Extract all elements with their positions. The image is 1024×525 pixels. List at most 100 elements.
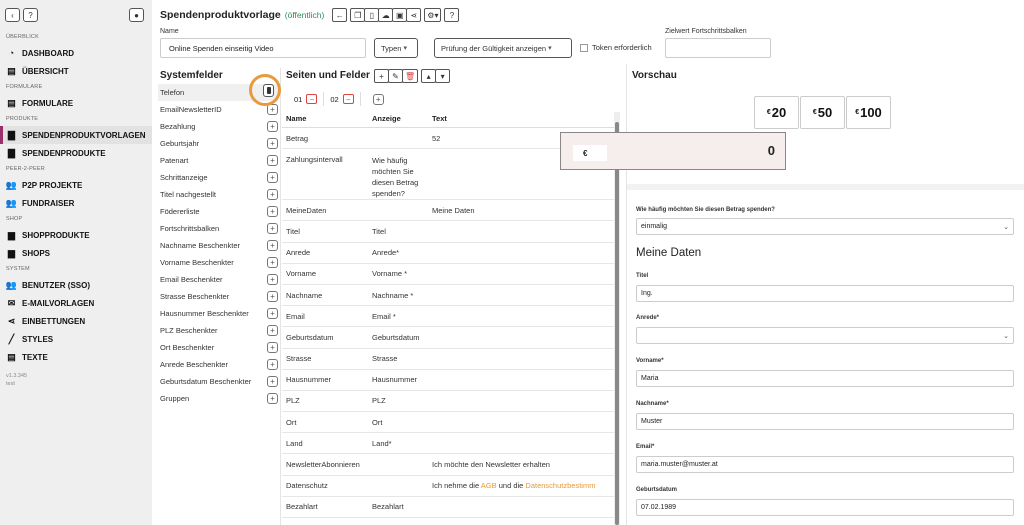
help-button-header[interactable]: ? <box>444 8 460 22</box>
speedometer-icon: ◔ <box>8 48 15 58</box>
add-field-button[interactable]: + <box>267 291 278 302</box>
text-link[interactable]: AGB <box>481 481 497 490</box>
user-button[interactable]: ● <box>129 8 144 22</box>
move-down-button[interactable]: ▾ <box>435 69 451 83</box>
add-field-button[interactable]: + <box>267 172 278 183</box>
add-field-button[interactable]: + <box>267 121 278 132</box>
type-select[interactable]: Typen ▾ <box>374 38 418 58</box>
sidebar-item[interactable]: ▆ SHOPPRODUKTE <box>0 226 152 244</box>
tab-page-02[interactable]: 02− <box>324 92 361 106</box>
add-field-button[interactable]: + <box>267 206 278 217</box>
scrollbar[interactable] <box>614 112 620 525</box>
add-page-button[interactable]: + <box>374 69 389 83</box>
checkbox-box[interactable] <box>580 43 588 52</box>
table-row[interactable]: Bezahlart Bezahlart <box>282 497 618 518</box>
interval-select[interactable]: einmalig ⌄ <box>636 218 1014 235</box>
table-row[interactable]: MeineDaten Meine Daten <box>282 200 618 222</box>
preview-field-label: Geburtsdatum <box>636 487 678 493</box>
preview-field-input[interactable]: ⌄ <box>636 327 1014 344</box>
add-field-button[interactable]: + <box>267 257 278 268</box>
copy-button[interactable]: ❐ <box>350 8 366 22</box>
amount-button[interactable]: €100 <box>846 96 891 129</box>
help-button[interactable]: ? <box>23 8 38 22</box>
scrollbar-thumb[interactable] <box>615 122 619 525</box>
table-row[interactable]: Ort Ort <box>282 412 618 434</box>
add-page-tab-button[interactable]: + <box>372 93 384 105</box>
add-field-button[interactable]: + <box>267 155 278 166</box>
sidebar-item[interactable]: ◔ DASHBOARD <box>0 44 152 62</box>
table-row[interactable]: PLZ PLZ <box>282 391 618 413</box>
add-field-button[interactable]: + <box>267 376 278 387</box>
share-button[interactable]: ⋖ <box>406 8 422 22</box>
preview-field-input[interactable]: Ing. <box>636 285 1014 302</box>
remove-page-button[interactable]: − <box>342 94 354 104</box>
tab-page-01[interactable]: 01− <box>288 92 325 106</box>
minus-icon: − <box>345 94 351 104</box>
system-fields-list: Telefon EmailNewsletterID + Bezahlung + Gebur… <box>158 84 278 407</box>
upload-button[interactable]: ☁ <box>378 8 394 22</box>
preview-field-input[interactable]: Maria <box>636 370 1014 387</box>
token-checkbox[interactable]: Token erforderlich <box>580 43 652 52</box>
amount-button[interactable]: €50 <box>800 96 845 129</box>
table-row[interactable]: Land Land* <box>282 433 618 455</box>
preview-field-input[interactable]: maria.muster@muster.at <box>636 456 1014 473</box>
table-row[interactable]: Anrede Anrede* <box>282 243 618 264</box>
move-up-button[interactable]: ▴ <box>421 69 437 83</box>
sidebar-item[interactable]: ▤ ÜBERSICHT <box>0 62 152 80</box>
edit-page-button[interactable]: ✎ <box>388 69 403 83</box>
add-field-button[interactable]: + <box>267 189 278 200</box>
sidebar-section-title: SHOP <box>6 216 23 222</box>
arrow-left-icon: ← <box>335 10 344 20</box>
delete-page-button[interactable]: 🗑 <box>402 69 419 83</box>
sidebar-item[interactable]: ▇ SPENDENPRODUKTVORLAGEN <box>0 126 152 144</box>
sidebar-item[interactable]: ▇ SPENDENPRODUKTE <box>0 144 152 162</box>
sidebar-item[interactable]: ✉ E-MAILVORLAGEN <box>0 294 152 312</box>
table-row[interactable]: Nachname Nachname * <box>282 285 618 307</box>
sidebar-item[interactable]: ▆ SHOPS <box>0 244 152 262</box>
add-field-button[interactable]: + <box>267 308 278 319</box>
sidebar-item[interactable]: 👥 FUNDRAISER <box>0 194 152 212</box>
name-input[interactable]: Online Spenden einseitig Video <box>160 38 366 58</box>
table-row[interactable]: Datenschutz Ich nehme die AGB und die Dat… <box>282 476 618 497</box>
table-row[interactable]: Email Email * <box>282 306 618 328</box>
sidebar-item[interactable]: ▤ TEXTE <box>0 348 152 366</box>
validity-select[interactable]: Prüfung der Gültigkeit anzeigen ▾ <box>434 38 572 58</box>
amount-button[interactable]: €20 <box>754 96 799 129</box>
add-field-button[interactable]: + <box>267 274 278 285</box>
add-field-button[interactable]: + <box>267 342 278 353</box>
table-row[interactable]: NewsletterAbonnieren Ich möchte den Newsl… <box>282 454 618 476</box>
cell-text: Meine Daten <box>432 205 475 215</box>
table-row[interactable]: Hausnummer Hausnummer <box>282 370 618 391</box>
collapse-sidebar-button[interactable]: ‹ <box>5 8 20 22</box>
minus-icon: − <box>309 94 315 104</box>
text-link[interactable]: Datenschutzbestimm <box>525 481 595 490</box>
share-icon: ⋖ <box>7 315 16 326</box>
sidebar-item[interactable]: 👥 P2P PROJEKTE <box>0 176 152 194</box>
save-button[interactable]: ▣ <box>392 8 408 22</box>
custom-amount-value[interactable]: 0 <box>768 143 775 158</box>
new-button[interactable]: ▯ <box>364 8 380 22</box>
add-field-button[interactable]: + <box>267 359 278 370</box>
table-row[interactable]: Titel Titel <box>282 221 618 243</box>
preview-field-input[interactable]: 07.02.1989 <box>636 499 1014 516</box>
target-input[interactable] <box>665 38 771 58</box>
preview-field-input[interactable]: Muster <box>636 413 1014 430</box>
sidebar-item[interactable]: ⋖ EINBETTUNGEN <box>0 312 152 330</box>
sidebar-item[interactable]: ╱ STYLES <box>0 330 152 348</box>
page-tabs: 01− 02− + <box>288 92 390 106</box>
table-row[interactable]: Vorname Vorname * <box>282 264 618 285</box>
add-field-button[interactable]: + <box>267 325 278 336</box>
add-field-button[interactable]: + <box>267 138 278 149</box>
settings-dropdown[interactable]: ⚙▾ <box>424 8 442 22</box>
add-field-button[interactable]: + <box>267 223 278 234</box>
sidebar-item[interactable]: ▤ FORMULARE <box>0 94 152 112</box>
back-button[interactable]: ← <box>332 8 348 22</box>
add-field-button[interactable]: + <box>267 104 278 115</box>
add-field-button[interactable]: + <box>267 393 278 404</box>
table-row[interactable]: Strasse Strasse <box>282 349 618 370</box>
remove-page-button[interactable]: − <box>306 94 318 104</box>
list-item: Hausnummer Beschenkter + <box>158 305 278 322</box>
add-field-button[interactable]: + <box>267 240 278 251</box>
table-row[interactable]: Geburtsdatum Geburtsdatum <box>282 327 618 349</box>
sidebar-item[interactable]: 👥 BENUTZER (SSO) <box>0 276 152 294</box>
